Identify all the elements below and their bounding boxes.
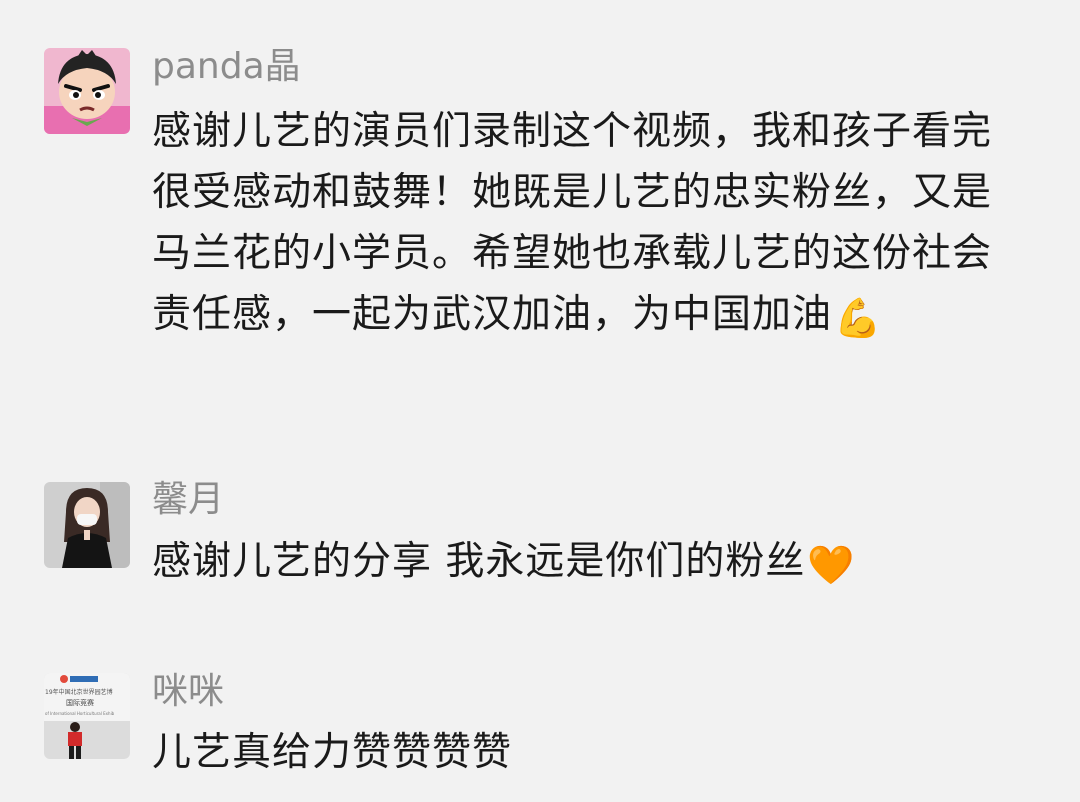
comment-author[interactable]: 馨月 [152,478,224,522]
avatar[interactable] [44,482,130,568]
comment-author[interactable]: panda晶 [152,45,301,89]
woman-photo-avatar [44,482,130,568]
avatar[interactable] [44,48,130,134]
avatar[interactable]: 19年中国北京世界园艺博 国际竞赛 of International Horti… [44,673,130,759]
orange-heart-emoji: 🧡 [807,543,856,587]
cartoon-boy-avatar [44,48,130,134]
comment-text: 儿艺真给力赞赞赞赞 [152,722,1012,783]
sign-text: of International Horticultural Exhib [45,711,115,716]
expo-photo-avatar: 19年中国北京世界园艺博 国际竞赛 of International Horti… [44,673,130,759]
flexed-biceps-emoji: 💪 [834,296,883,340]
comment-text: 感谢儿艺的演员们录制这个视频，我和孩子看完很受感动和鼓舞！她既是儿艺的忠实粉丝，… [152,101,1012,345]
comment-author[interactable]: 咪咪 [152,670,224,714]
comment-text: 感谢儿艺的分享 我永远是你们的粉丝🧡 [152,531,1012,592]
sign-text: 国际竞赛 [66,698,94,707]
sign-text: 19年中国北京世界园艺博 [45,688,113,696]
comment-body: 感谢儿艺的分享 我永远是你们的粉丝 [152,539,806,584]
comment-body: 儿艺真给力赞赞赞赞 [152,730,513,775]
